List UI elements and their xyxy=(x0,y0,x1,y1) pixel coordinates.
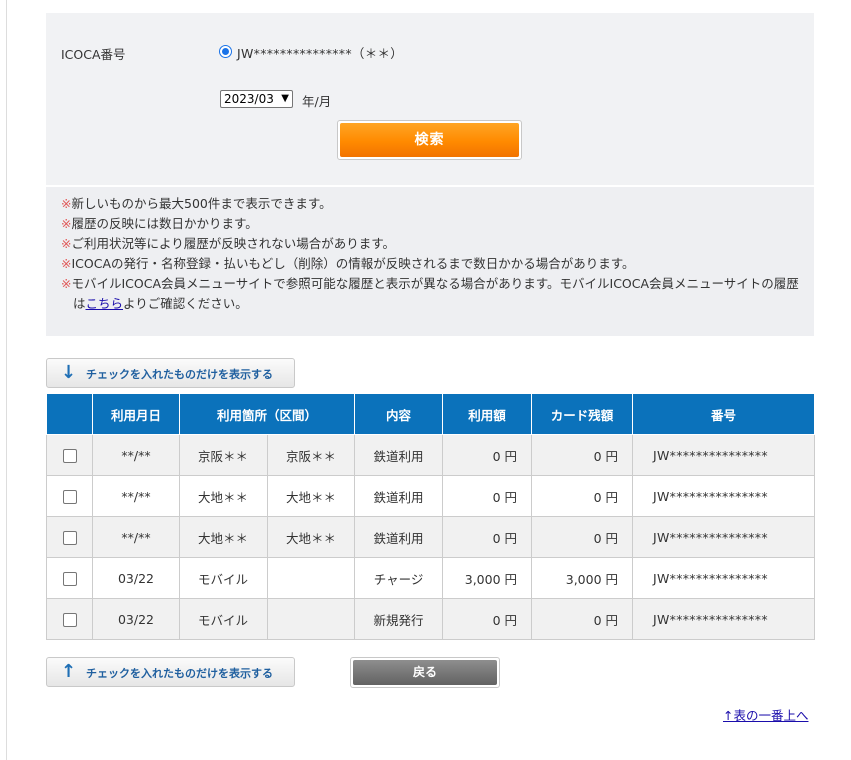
row-checkbox[interactable] xyxy=(62,612,77,627)
card-number-cell: JW*************** xyxy=(632,598,816,640)
table-row: 03/22 モバイル 新規発行 0 円 0 円 JW**************… xyxy=(46,598,816,640)
row-check-cell xyxy=(46,475,93,517)
back-button[interactable]: 戻る xyxy=(353,660,497,685)
row-check-cell xyxy=(46,598,93,640)
card-radio-button[interactable] xyxy=(219,45,232,58)
card-number-cell: JW*************** xyxy=(632,475,816,517)
row-checkbox[interactable] xyxy=(62,489,77,504)
left-border-line xyxy=(6,0,7,760)
header-check xyxy=(46,393,93,435)
show-checked-only-label: チェックを入れたものだけを表示する xyxy=(86,368,273,381)
date-cell: 03/22 xyxy=(92,557,180,599)
note-item: ※ICOCAの発行・名称登録・払いもどし（削除）の情報が反映されるまで数日かかる… xyxy=(61,254,808,274)
balance-cell: 0 円 xyxy=(531,598,634,640)
amount-cell: 0 円 xyxy=(442,434,533,476)
date-cell: **/** xyxy=(92,434,180,476)
back-button-frame: 戻る xyxy=(350,657,500,688)
amount-cell: 0 円 xyxy=(442,516,533,558)
note-mark: ※ xyxy=(61,236,72,251)
card-number-cell: JW*************** xyxy=(632,557,816,599)
from-cell: モバイル xyxy=(179,557,268,599)
kind-cell: 新規発行 xyxy=(354,598,444,640)
kind-cell: 鉄道利用 xyxy=(354,516,444,558)
balance-cell: 3,000 円 xyxy=(531,557,634,599)
date-cell: 03/22 xyxy=(92,598,180,640)
search-button[interactable]: 検索 xyxy=(340,123,519,157)
usage-history-table: 利用月日 利用箇所（区間） 内容 利用額 カード残額 番号 **/** 京阪＊＊… xyxy=(46,393,816,640)
note-mark: ※ xyxy=(61,256,72,271)
chevron-down-icon: ▼ xyxy=(281,93,289,104)
from-cell: 大地＊＊ xyxy=(179,475,268,517)
arrow-down-icon: ↓ xyxy=(61,362,77,383)
note-item: ※履歴の反映には数日かかります。 xyxy=(61,214,808,234)
row-checkbox[interactable] xyxy=(62,448,77,463)
row-checkbox[interactable] xyxy=(62,571,77,586)
header-date: 利用月日 xyxy=(92,393,180,435)
card-number-label: ICOCA番号 xyxy=(61,47,126,62)
note-item: ※新しいものから最大500件まで表示できます。 xyxy=(61,194,808,214)
row-check-cell xyxy=(46,516,93,558)
notes-list: ※新しいものから最大500件まで表示できます。 ※履歴の反映には数日かかります。… xyxy=(46,187,814,314)
balance-cell: 0 円 xyxy=(531,516,634,558)
balance-cell: 0 円 xyxy=(531,475,634,517)
card-number-cell: JW*************** xyxy=(632,516,816,558)
header-amount: 利用額 xyxy=(442,393,533,435)
note-mark: ※ xyxy=(61,216,72,231)
month-select-value: 2023/03 xyxy=(224,92,274,106)
search-panel: ICOCA番号 JW***************（＊＊） 2023/03 ▼ … xyxy=(46,13,814,185)
amount-cell: 0 円 xyxy=(442,475,533,517)
header-place: 利用箇所（区間） xyxy=(178,393,356,435)
note-mark: ※ xyxy=(61,196,72,211)
card-number-cell: JW*************** xyxy=(632,434,816,476)
from-cell: 大地＊＊ xyxy=(179,516,268,558)
show-checked-only-label: チェックを入れたものだけを表示する xyxy=(86,667,273,680)
kind-cell: 鉄道利用 xyxy=(354,475,444,517)
notes-panel: ※新しいものから最大500件まで表示できます。 ※履歴の反映には数日かかります。… xyxy=(46,187,814,336)
card-number-value: JW***************（＊＊） xyxy=(237,46,404,61)
from-cell: モバイル xyxy=(179,598,268,640)
table-row: **/** 大地＊＊ 大地＊＊ 鉄道利用 0 円 0 円 JW*********… xyxy=(46,475,816,517)
show-checked-only-button-bottom[interactable]: ↑ チェックを入れたものだけを表示する xyxy=(46,657,295,687)
back-to-table-top-link[interactable]: ↑表の一番上へ xyxy=(723,705,808,724)
month-unit-label: 年/月 xyxy=(302,94,332,109)
kind-cell: チャージ xyxy=(354,557,444,599)
table-row: 03/22 モバイル チャージ 3,000 円 3,000 円 JW******… xyxy=(46,557,816,599)
to-cell: 京阪＊＊ xyxy=(266,434,356,476)
search-button-frame: 検索 xyxy=(337,120,522,160)
note-text: よりご確認ください。 xyxy=(123,296,248,311)
row-check-cell xyxy=(46,434,93,476)
note-text: ICOCAの発行・名称登録・払いもどし（削除）の情報が反映されるまで数日かかる場… xyxy=(71,256,635,271)
note-item: ※ご利用状況等により履歴が反映されない場合があります。 xyxy=(61,234,808,254)
header-kind: 内容 xyxy=(354,393,444,435)
row-check-cell xyxy=(46,557,93,599)
row-checkbox[interactable] xyxy=(62,530,77,545)
table-row: **/** 大地＊＊ 大地＊＊ 鉄道利用 0 円 0 円 JW*********… xyxy=(46,516,816,558)
note-item: ※モバイルICOCA会員メニューサイトで参照可能な履歴と表示が異なる場合がありま… xyxy=(61,274,808,314)
to-cell xyxy=(266,598,356,640)
amount-cell: 0 円 xyxy=(442,598,533,640)
to-cell: 大地＊＊ xyxy=(266,475,356,517)
header-balance: カード残額 xyxy=(531,393,634,435)
note-text: 履歴の反映には数日かかります。 xyxy=(71,216,258,231)
show-checked-only-button-top[interactable]: ↓ チェックを入れたものだけを表示する xyxy=(46,358,295,388)
note-mark: ※ xyxy=(61,276,72,291)
table-header-row: 利用月日 利用箇所（区間） 内容 利用額 カード残額 番号 xyxy=(46,393,816,435)
date-cell: **/** xyxy=(92,475,180,517)
table-row: **/** 京阪＊＊ 京阪＊＊ 鉄道利用 0 円 0 円 JW*********… xyxy=(46,434,816,476)
note-text: ご利用状況等により履歴が反映されない場合があります。 xyxy=(71,236,395,251)
header-card-number: 番号 xyxy=(632,393,816,435)
arrow-up-icon: ↑ xyxy=(61,661,77,682)
to-cell: 大地＊＊ xyxy=(266,516,356,558)
amount-cell: 3,000 円 xyxy=(442,557,533,599)
date-cell: **/** xyxy=(92,516,180,558)
to-cell xyxy=(266,557,356,599)
note-text: 新しいものから最大500件まで表示できます。 xyxy=(71,196,332,211)
from-cell: 京阪＊＊ xyxy=(179,434,268,476)
balance-cell: 0 円 xyxy=(531,434,634,476)
here-link[interactable]: こちら xyxy=(86,296,124,311)
kind-cell: 鉄道利用 xyxy=(354,434,444,476)
month-select[interactable]: 2023/03 ▼ xyxy=(220,90,293,108)
